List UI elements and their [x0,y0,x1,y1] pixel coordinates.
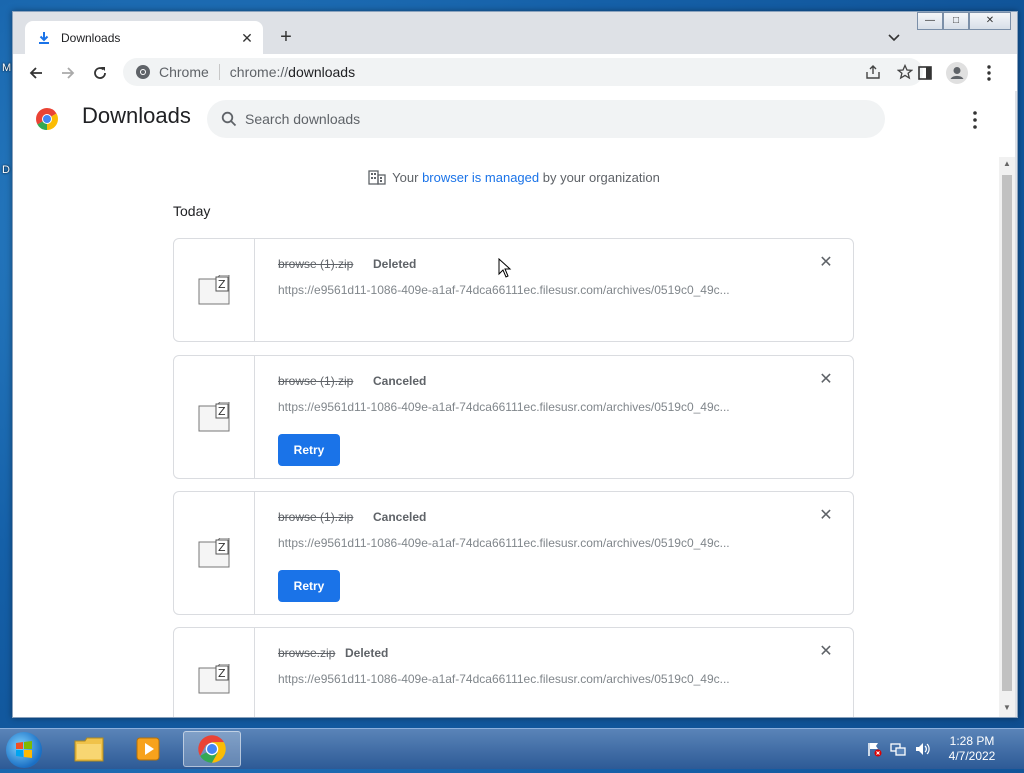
svg-text:Z: Z [218,278,226,291]
forward-arrow-icon [62,67,75,79]
reload-icon [94,67,106,79]
remove-item-close-icon[interactable]: ✕ [818,508,834,524]
zip-file-icon: Z [198,402,230,432]
managed-link[interactable]: browser is managed [422,170,539,185]
address-bar[interactable]: Chrome chrome://downloads [123,58,923,86]
url-scheme: chrome:// [229,64,289,80]
forward-button[interactable] [57,62,79,84]
tab-strip: Downloads ✕ + — □ ✕ [13,12,1017,54]
managed-prefix: Your [392,170,423,185]
chrome-menu-icon[interactable] [986,64,992,82]
download-item: Z browse (1).zip Deleted https://e9561d1… [173,238,854,342]
mouse-cursor-icon [498,258,512,278]
side-panel-icon[interactable] [917,65,933,81]
clock-time: 1:28 PM [949,734,995,748]
download-status: Deleted [373,257,417,271]
taskbar-media-player[interactable] [120,731,178,767]
reload-button[interactable] [89,62,111,84]
svg-text:Z: Z [218,405,226,418]
download-status: Canceled [373,374,427,388]
svg-text:Z: Z [218,667,226,680]
retry-button[interactable]: Retry [278,570,340,602]
folder-icon [74,737,104,762]
page-scrollbar[interactable]: ▲ ▼ [999,157,1015,717]
maximize-button[interactable]: □ [943,12,969,30]
file-name[interactable]: browse (1).zip [278,374,353,388]
start-button[interactable] [6,732,42,768]
managed-notice: Your browser is managed by your organiza… [13,169,1015,185]
action-center-flag-icon[interactable] [866,741,882,757]
tab-downloads[interactable]: Downloads ✕ [25,21,263,54]
svg-text:Z: Z [218,541,226,554]
desktop-icon-label: M [2,62,12,74]
close-window-button[interactable]: ✕ [969,12,1011,30]
network-icon[interactable] [890,741,906,757]
download-url[interactable]: https://e9561d11-1086-409e-a1af-74dca661… [278,536,788,550]
chrome-site-icon [136,65,150,79]
remove-item-close-icon[interactable]: ✕ [818,644,834,660]
volume-icon[interactable] [914,741,930,757]
scrollbar-thumb[interactable] [1002,175,1012,691]
page-title: Downloads [82,103,191,128]
file-name[interactable]: browse (1).zip [278,510,353,524]
file-icon-column: Z [174,492,255,614]
chrome-taskbar-icon [198,735,226,763]
retry-button[interactable]: Retry [278,434,340,466]
url-host: downloads [288,64,356,80]
download-url[interactable]: https://e9561d11-1086-409e-a1af-74dca661… [278,672,788,686]
windows-logo-icon [16,741,32,758]
search-icon [221,111,237,127]
share-icon[interactable] [865,64,881,80]
downloads-page: Downloads Your browser is managed by you… [13,91,1015,717]
site-label: Chrome [159,64,209,80]
file-icon-column: Z [174,628,255,717]
download-icon [39,31,49,44]
download-item: Z browse (1).zip Canceled https://e9561d… [173,355,854,479]
download-item: Z browse.zip Deleted https://e9561d11-10… [173,627,854,717]
remove-item-close-icon[interactable]: ✕ [818,372,834,388]
new-tab-button[interactable]: + [275,26,297,48]
tab-search-chevron-icon[interactable] [885,28,903,46]
back-button[interactable] [25,62,47,84]
taskbar-chrome[interactable] [183,731,241,767]
back-arrow-icon [29,67,42,79]
date-heading: Today [173,203,211,219]
desktop-icon-label: D [2,164,10,176]
file-name[interactable]: browse.zip [278,646,335,660]
minimize-button[interactable]: — [917,12,943,30]
bookmark-star-icon[interactable] [897,64,913,80]
taskbar-explorer[interactable] [60,731,118,767]
omnibox-divider [218,64,220,80]
zip-file-icon: Z [198,664,230,694]
zip-file-icon: Z [198,275,230,305]
file-name[interactable]: browse (1).zip [278,257,353,271]
managed-suffix: by your organization [539,170,660,185]
page-menu-icon[interactable] [969,109,981,131]
scroll-down-arrow-icon[interactable]: ▼ [1002,703,1012,713]
clock-date: 4/7/2022 [948,749,996,763]
zip-file-icon: Z [198,538,230,568]
download-url[interactable]: https://e9561d11-1086-409e-a1af-74dca661… [278,283,788,297]
taskbar: 1:28 PM 4/7/2022 [0,728,1024,769]
chrome-logo-icon [36,108,58,130]
file-icon-column: Z [174,239,255,341]
tab-title: Downloads [61,30,121,45]
search-bar[interactable] [207,100,885,138]
download-status: Deleted [345,646,389,660]
profile-avatar-icon[interactable] [946,62,968,84]
scroll-up-arrow-icon[interactable]: ▲ [1002,159,1012,169]
download-status: Canceled [373,510,427,524]
taskbar-clock[interactable]: 1:28 PM 4/7/2022 [940,734,1004,764]
browser-window: Downloads ✕ + — □ ✕ Chrome chrome://down… [12,11,1018,718]
file-icon-column: Z [174,356,255,478]
search-input[interactable] [243,110,885,128]
download-url[interactable]: https://e9561d11-1086-409e-a1af-74dca661… [278,400,788,414]
building-icon [368,170,386,185]
media-player-icon [136,737,160,761]
page-header: Downloads [13,91,1015,151]
remove-item-close-icon[interactable]: ✕ [818,255,834,271]
tab-close-icon[interactable]: ✕ [239,30,255,46]
browser-toolbar: Chrome chrome://downloads [13,54,1017,91]
download-item: Z browse (1).zip Canceled https://e9561d… [173,491,854,615]
